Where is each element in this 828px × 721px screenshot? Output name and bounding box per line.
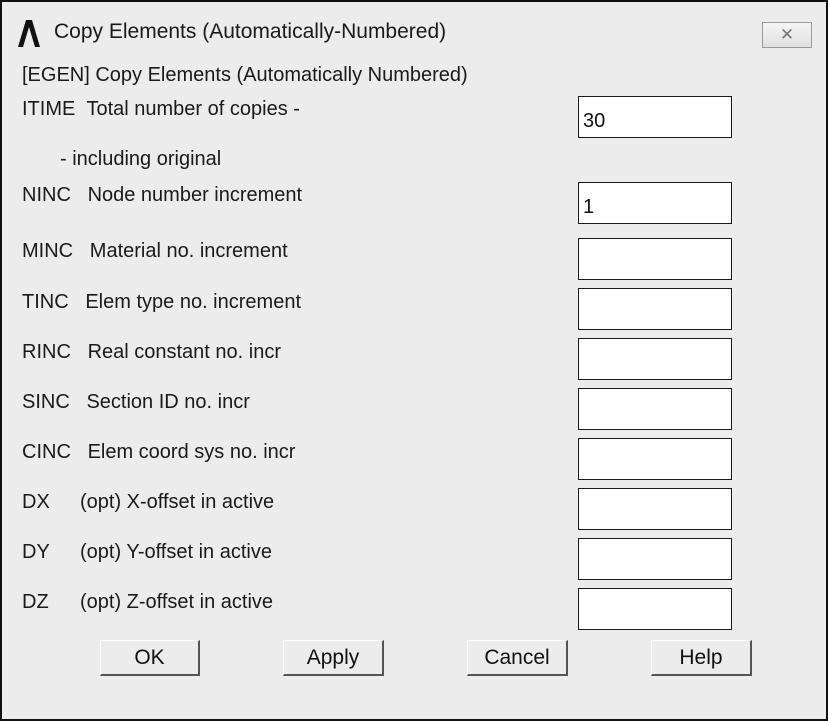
tinc-input[interactable] xyxy=(578,288,732,330)
label-dx: DX (opt) X-offset in active xyxy=(22,491,274,514)
label-sinc: SINC Section ID no. incr xyxy=(22,391,250,414)
help-button[interactable]: Help xyxy=(651,640,752,676)
param-code-dz: DZ xyxy=(22,591,49,613)
close-button[interactable]: ✕ xyxy=(762,22,812,48)
window-title: Copy Elements (Automatically-Numbered) xyxy=(54,20,447,43)
param-code-minc: MINC xyxy=(22,240,74,262)
label-cinc: CINC Elem coord sys no. incr xyxy=(22,441,295,464)
label-itime-sub: - including original xyxy=(60,148,222,170)
ok-button[interactable]: OK xyxy=(100,640,200,676)
dialog-content: [EGEN] Copy Elements (Automatically Numb… xyxy=(2,62,826,719)
param-desc-tinc: Elem type no. increment xyxy=(85,291,301,313)
dz-input[interactable] xyxy=(578,588,732,630)
dx-input[interactable] xyxy=(578,488,732,530)
ninc-input[interactable] xyxy=(578,182,732,224)
minc-input[interactable] xyxy=(578,238,732,280)
param-desc-itime: Total number of copies - xyxy=(86,98,300,120)
close-icon: ✕ xyxy=(779,25,795,44)
label-dy: DY (opt) Y-offset in active xyxy=(22,541,272,564)
label-itime: ITIME Total number of copies - xyxy=(22,98,300,121)
sinc-input[interactable] xyxy=(578,388,732,430)
param-desc-dz: (opt) Z-offset in active xyxy=(80,591,274,613)
label-tinc: TINC Elem type no. increment xyxy=(22,291,301,314)
param-desc-cinc: Elem coord sys no. incr xyxy=(87,441,296,463)
label-minc: MINC Material no. increment xyxy=(22,240,288,263)
itime-input[interactable] xyxy=(578,96,732,138)
ansys-logo-icon xyxy=(18,20,40,47)
param-code-itime: ITIME xyxy=(22,98,76,120)
param-desc-sinc: Section ID no. incr xyxy=(86,391,250,413)
param-code-dy: DY xyxy=(22,541,50,563)
param-code-tinc: TINC xyxy=(22,291,69,313)
param-code-rinc: RINC xyxy=(22,341,71,363)
label-ninc: NINC Node number increment xyxy=(22,184,302,207)
dialog-window: Copy Elements (Automatically-Numbered) ✕… xyxy=(0,0,828,721)
param-code-ninc: NINC xyxy=(22,184,71,206)
param-code-sinc: SINC xyxy=(22,391,70,413)
label-dz: DZ (opt) Z-offset in active xyxy=(22,591,273,614)
label-rinc: RINC Real constant no. incr xyxy=(22,341,281,364)
param-desc-minc: Material no. increment xyxy=(89,240,288,262)
dy-input[interactable] xyxy=(578,538,732,580)
cancel-button[interactable]: Cancel xyxy=(467,640,568,676)
param-desc-dy: (opt) Y-offset in active xyxy=(80,541,272,563)
title-bar[interactable]: Copy Elements (Automatically-Numbered) ✕ xyxy=(2,2,826,62)
param-desc-rinc: Real constant no. incr xyxy=(87,341,281,363)
param-code-cinc: CINC xyxy=(22,441,71,463)
cinc-input[interactable] xyxy=(578,438,732,480)
command-header: [EGEN] Copy Elements (Automatically Numb… xyxy=(22,64,468,86)
param-desc-ninc: Node number increment xyxy=(87,184,303,206)
param-desc-dx: (opt) X-offset in active xyxy=(80,491,275,513)
rinc-input[interactable] xyxy=(578,338,732,380)
param-code-dx: DX xyxy=(22,491,50,513)
apply-button[interactable]: Apply xyxy=(283,640,384,676)
